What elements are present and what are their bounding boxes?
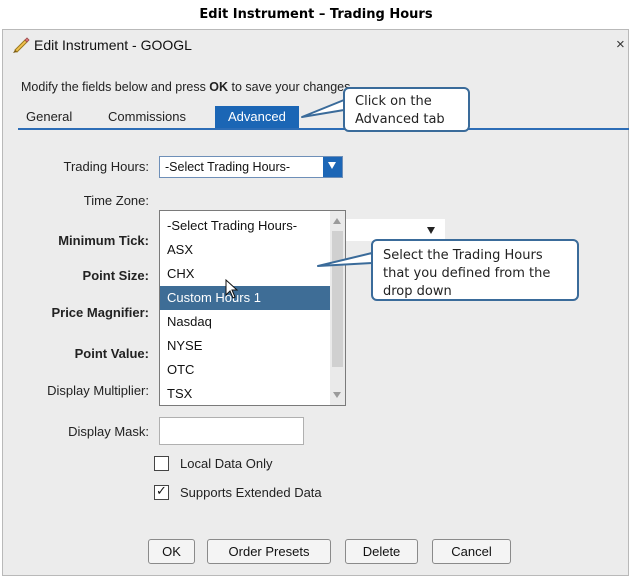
trading-hours-label: Trading Hours: [63,159,150,174]
edit-instrument-dialog: Edit Instrument - GOOGL × Modify the fie… [2,29,629,576]
display-multiplier-label: Display Multiplier: [47,383,149,398]
window-title: Edit Instrument - GOOGL [34,37,192,53]
instruction-prefix: Modify the fields below and press [21,80,210,94]
close-icon[interactable]: × [616,36,625,53]
display-mask-field[interactable] [159,417,304,445]
scroll-up-icon[interactable] [333,218,341,224]
instruction-suffix: to save your changes. [228,80,354,94]
delete-button[interactable]: Delete [345,539,418,564]
option-nyse[interactable]: NYSE [160,334,331,358]
tab-general[interactable]: General [18,106,80,128]
option-chx[interactable]: CHX [160,262,331,286]
minimum-tick-label: Minimum Tick: [58,233,149,248]
point-size-label: Point Size: [82,268,149,283]
time-zone-select[interactable] [345,219,445,241]
option-nasdaq[interactable]: Nasdaq [160,310,331,334]
tab-advanced[interactable]: Advanced [215,106,299,128]
option-asx[interactable]: ASX [160,238,331,262]
order-presets-button[interactable]: Order Presets [207,539,331,564]
cancel-button[interactable]: Cancel [432,539,511,564]
supports-extended-data-label: Supports Extended Data [180,485,322,500]
tab-commissions[interactable]: Commissions [100,106,194,128]
trading-hours-value: -Select Trading Hours- [165,160,291,174]
trading-hours-select[interactable]: -Select Trading Hours- [159,156,343,178]
time-zone-label: Time Zone: [83,193,149,208]
check-icon: ✓ [156,483,167,498]
scroll-down-icon[interactable] [333,392,341,398]
price-magnifier-label: Price Magnifier: [51,305,149,320]
document-title: Edit Instrument – Trading Hours [199,7,433,22]
supports-extended-data-checkbox[interactable]: ✓ [154,483,169,500]
point-value-label: Point Value: [74,346,149,361]
display-mask-label: Display Mask: [68,424,149,439]
ok-button[interactable]: OK [148,539,195,564]
chevron-down-icon[interactable] [427,227,435,234]
instruction-text: Modify the fields below and press OK to … [21,80,354,94]
option-custom-hours-1[interactable]: Custom Hours 1 [160,286,331,310]
scrollbar-thumb[interactable] [332,231,343,367]
mouse-cursor-icon [225,279,239,299]
pencil-icon [13,37,30,53]
option-otc[interactable]: OTC [160,358,331,382]
trading-hours-dropdown: -Select Trading Hours- ASX CHX Custom Ho… [159,210,346,406]
local-data-only-label: Local Data Only [180,456,273,471]
title-bar: Edit Instrument - GOOGL × [3,30,628,60]
tab-underline [18,128,629,130]
option-select-trading-hours[interactable]: -Select Trading Hours- [160,214,331,238]
instruction-ok: OK [209,80,229,94]
advanced-tab-callout: Click on the Advanced tab [343,87,470,132]
local-data-only-checkbox[interactable] [154,456,169,471]
chevron-down-icon[interactable] [323,157,342,177]
dropdown-scrollbar[interactable] [330,211,345,405]
select-hours-callout: Select the Trading Hours that you define… [371,239,579,301]
option-tsx[interactable]: TSX [160,382,331,406]
